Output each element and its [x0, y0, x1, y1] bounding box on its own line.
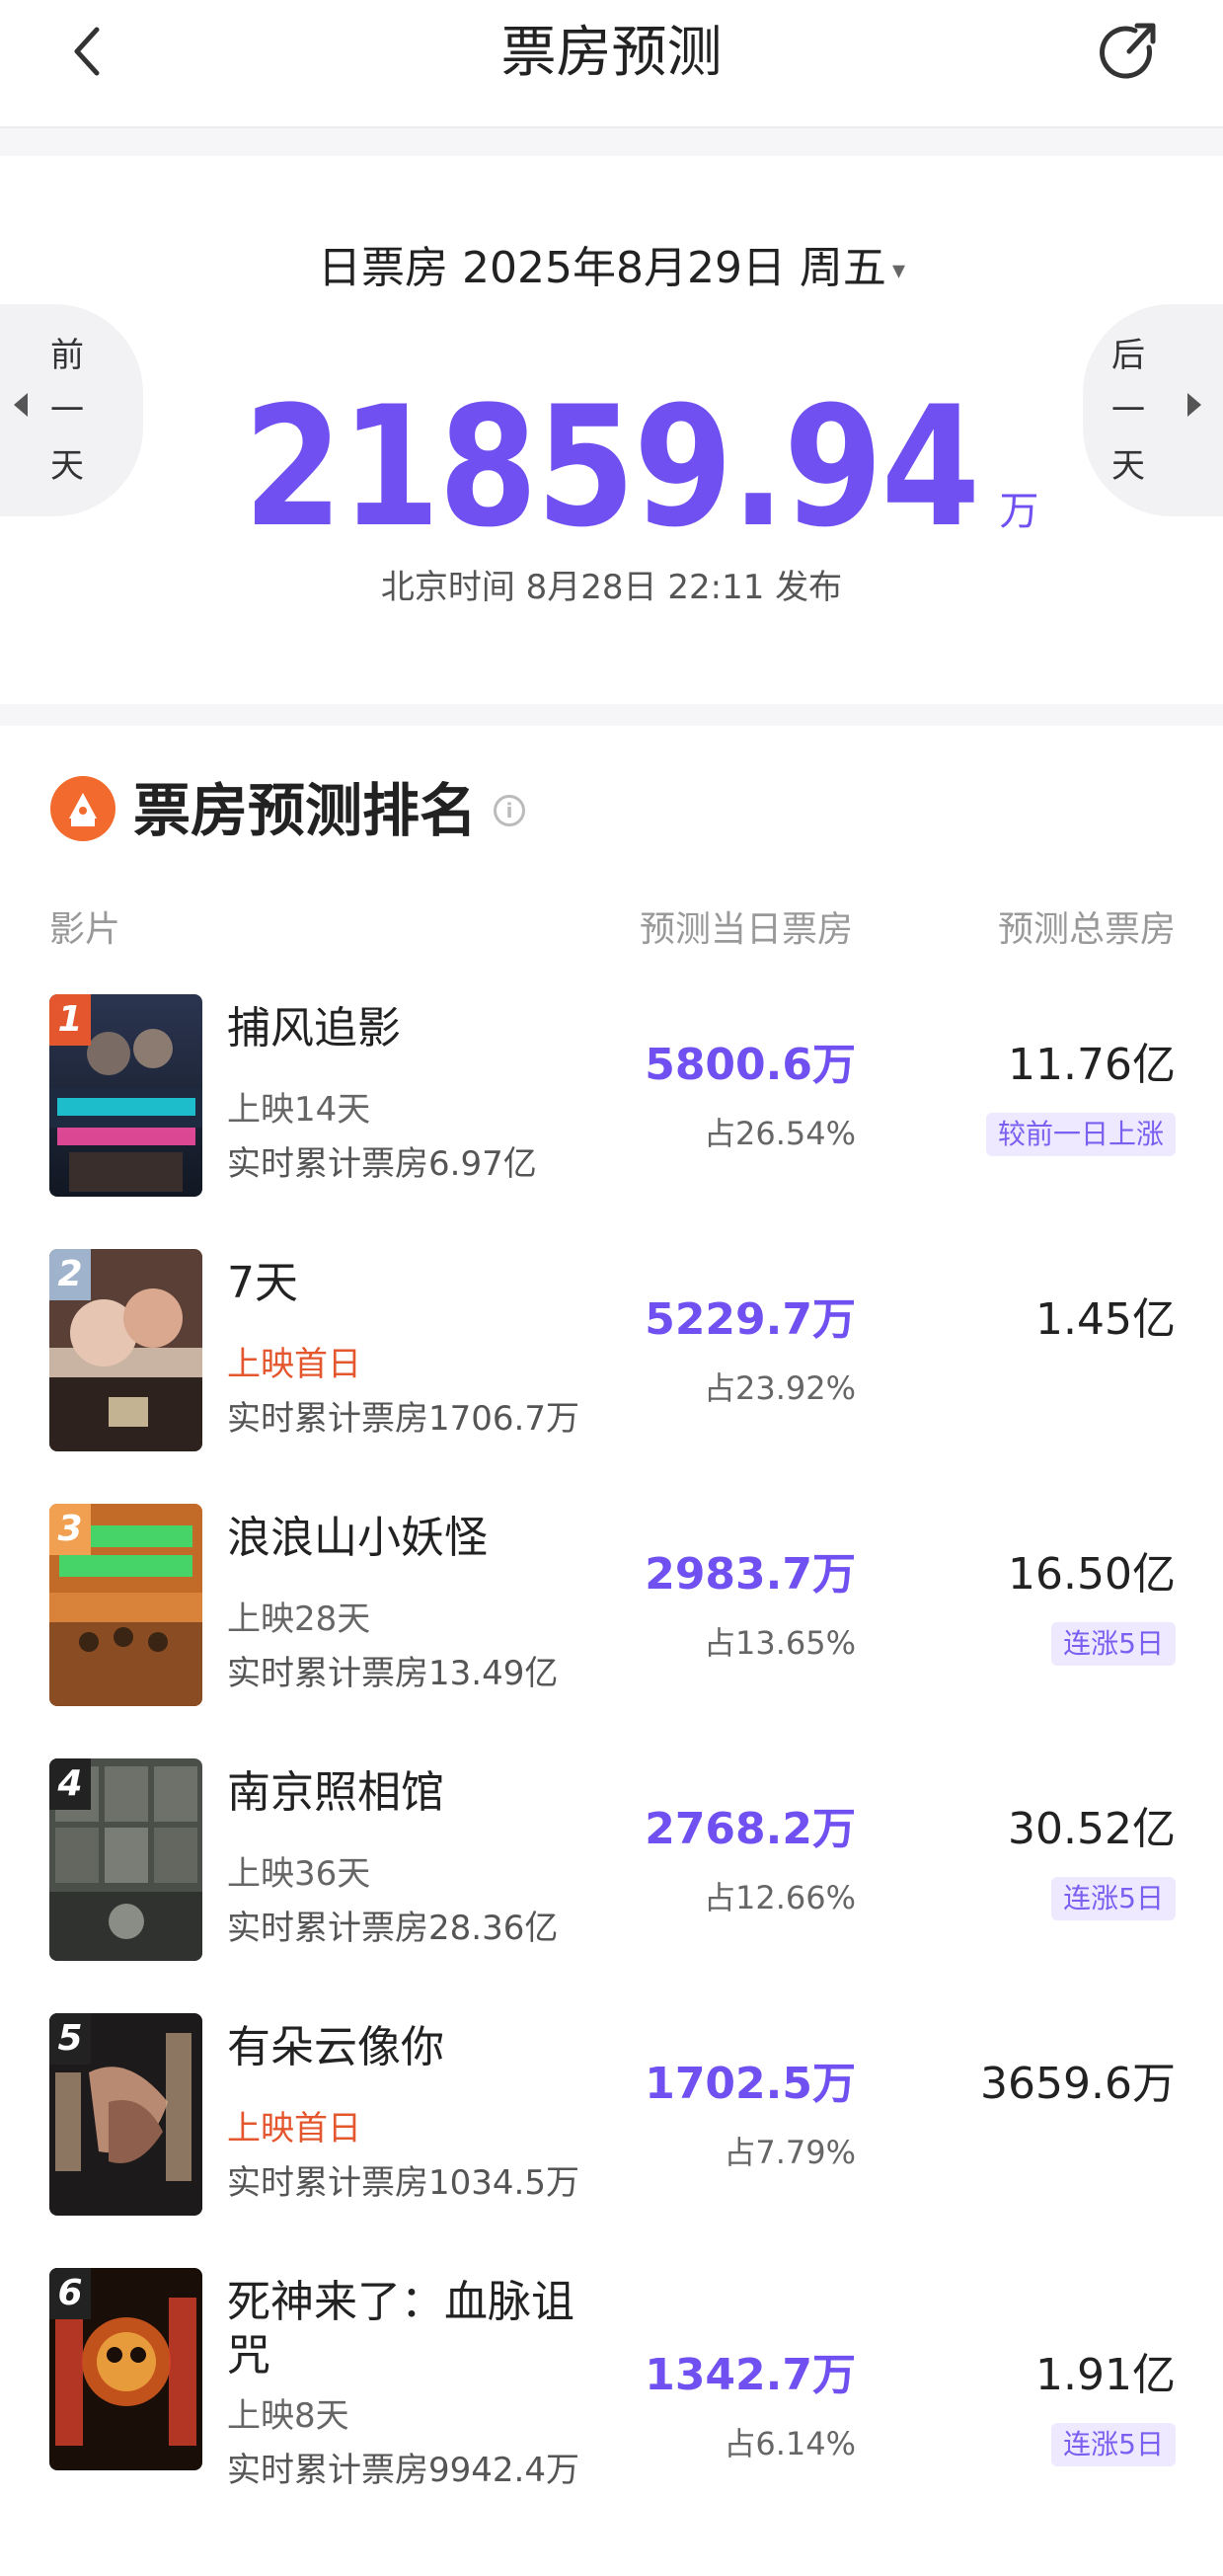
next-day-label: 后 一 天 — [1111, 336, 1145, 486]
cumulative-box-office: 实时累计票房28.36亿 — [227, 1909, 559, 1948]
predicted-day-box: 5800.6万 — [645, 1040, 856, 1090]
cumulative-box-office: 实时累计票房1706.7万 — [227, 1399, 579, 1439]
predicted-day-box: 2983.7万 — [645, 1549, 856, 1600]
share-refresh-icon[interactable] — [1094, 18, 1165, 89]
rank-badge: 2 — [49, 1249, 91, 1300]
film-title: 捕风追影 — [227, 1003, 401, 1054]
box-office-share: 占6.14% — [724, 2425, 856, 2462]
rank-badge: 3 — [49, 1504, 91, 1555]
film-poster: 3 — [49, 1504, 202, 1706]
film-row[interactable]: 3 浪浪山小妖怪 上映28天 实时累计票房13.49亿 2983.7万 占13.… — [0, 1504, 1223, 1758]
rank-badge: 5 — [49, 2013, 91, 2065]
predicted-total-box: 1.91亿 — [1035, 2350, 1176, 2400]
page-title: 票房预测 — [500, 21, 723, 85]
cumulative-box-office: 实时累计票房9942.4万 — [227, 2451, 579, 2490]
date-selector[interactable]: 日票房 2025年8月29日 周五 ▾ — [0, 243, 1223, 296]
dropdown-caret-icon: ▾ — [891, 256, 905, 285]
predicted-total-box: 11.76亿 — [1008, 1040, 1176, 1090]
predicted-total-box: 3659.6万 — [980, 2059, 1176, 2109]
trend-tag: 连涨5日 — [1051, 1877, 1176, 1920]
predicted-total-box: 1.45亿 — [1035, 1294, 1176, 1345]
film-title: 浪浪山小妖怪 — [227, 1513, 488, 1563]
film-row[interactable]: 5 有朵云像你 上映首日 实时累计票房1034.5万 1702.5万 占7.79… — [0, 2013, 1223, 2268]
predicted-total-box: 16.50亿 — [1008, 1549, 1176, 1600]
daily-summary-card: 日票房 2025年8月29日 周五 ▾ 前 一 天 21859.94 万 后 一 天… — [0, 156, 1223, 704]
film-title: 7天 — [227, 1258, 298, 1308]
predicted-day-box: 5229.7万 — [645, 1294, 856, 1345]
film-row[interactable]: 6 死神来了：血脉诅咒 上映8天 实时累计票房9942.4万 1342.7万 占… — [0, 2268, 1223, 2523]
date-label: 日票房 2025年8月29日 周五 — [318, 243, 886, 293]
cumulative-box-office: 实时累计票房13.49亿 — [227, 1654, 559, 1693]
publish-time: 北京时间 8月28日 22:11 发布 — [380, 568, 843, 607]
predicted-day-box: 1702.5万 — [645, 2059, 856, 2109]
column-header-film: 影片 — [49, 909, 121, 950]
rank-badge: 4 — [49, 1758, 91, 1810]
info-icon[interactable]: i — [494, 795, 525, 826]
trend-tag: 连涨5日 — [1051, 2423, 1176, 2466]
predicted-day-box: 2768.2万 — [645, 1804, 856, 1854]
film-poster: 6 — [49, 2268, 202, 2470]
film-poster: 2 — [49, 1249, 202, 1451]
cumulative-box-office: 实时累计票房6.97亿 — [227, 1144, 537, 1184]
ranking-title: 票房预测排名 — [133, 777, 478, 844]
app-header: 票房预测 — [0, 0, 1223, 128]
box-office-share: 占13.65% — [703, 1624, 856, 1662]
box-office-share: 占23.92% — [703, 1369, 856, 1407]
film-poster: 5 — [49, 2013, 202, 2216]
total-value: 21859.94 — [244, 370, 981, 564]
box-office-share: 占12.66% — [703, 1879, 856, 1916]
release-days: 上映28天 — [227, 1600, 371, 1639]
film-poster: 1 — [49, 994, 202, 1197]
ranking-card: 票房预测排名 i 影片 预测当日票房 预测总票房 1 捕风追影 上映14天 实时… — [0, 726, 1223, 2576]
box-office-logo-icon — [49, 775, 116, 842]
right-arrow-icon — [1187, 393, 1201, 417]
release-days: 上映首日 — [227, 2109, 361, 2148]
total-unit: 万 — [999, 489, 1039, 534]
rank-badge: 1 — [49, 994, 91, 1046]
column-header-total-box: 预测总票房 — [997, 909, 1176, 950]
film-title: 有朵云像你 — [227, 2022, 444, 2072]
film-row[interactable]: 4 南京照相馆 上映36天 实时累计票房28.36亿 2768.2万 占12.6… — [0, 1758, 1223, 2013]
film-title: 南京照相馆 — [227, 1767, 444, 1818]
release-days: 上映14天 — [227, 1090, 371, 1130]
rank-badge: 6 — [49, 2268, 91, 2319]
cumulative-box-office: 实时累计票房1034.5万 — [227, 2163, 579, 2203]
box-office-share: 占7.79% — [724, 2134, 856, 2171]
release-days: 上映首日 — [227, 1345, 361, 1384]
predicted-day-box: 1342.7万 — [645, 2350, 856, 2400]
film-poster: 4 — [49, 1758, 202, 1961]
release-days: 上映8天 — [227, 2396, 349, 2436]
column-header-day-box: 预测当日票房 — [639, 909, 853, 950]
film-row[interactable]: 2 7天 上映首日 实时累计票房1706.7万 5229.7万 占23.92% … — [0, 1249, 1223, 1504]
release-days: 上映36天 — [227, 1854, 371, 1894]
film-title: 死神来了：血脉诅咒 — [227, 2277, 574, 2381]
trend-tag: 较前一日上涨 — [985, 1113, 1176, 1156]
next-day-button[interactable]: 后 一 天 — [1083, 304, 1223, 516]
box-office-share: 占26.54% — [703, 1115, 856, 1152]
total-box-office: 21859.94 万 — [0, 378, 1223, 556]
film-row[interactable]: 1 捕风追影 上映14天 实时累计票房6.97亿 5800.6万 占26.54%… — [0, 994, 1223, 1249]
predicted-total-box: 30.52亿 — [1008, 1804, 1176, 1854]
trend-tag: 连涨5日 — [1051, 1622, 1176, 1666]
